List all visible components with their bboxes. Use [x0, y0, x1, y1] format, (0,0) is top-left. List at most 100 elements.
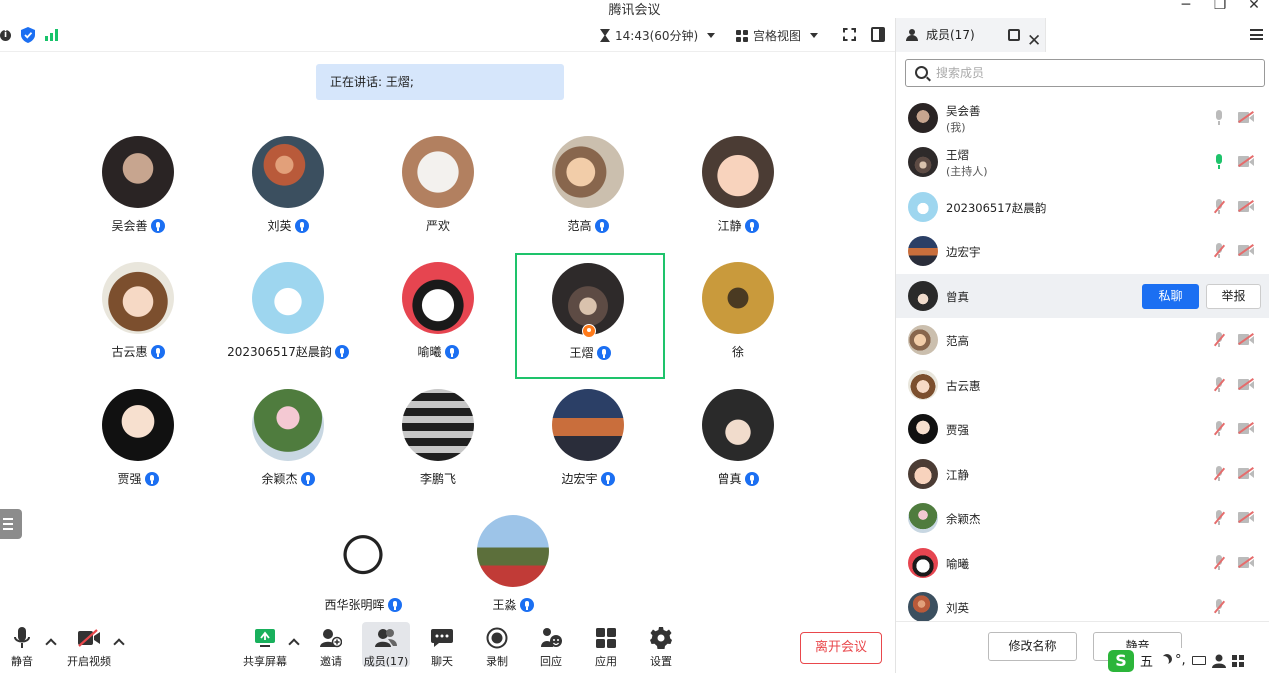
member-row[interactable]: 202306517赵晨韵: [896, 185, 1269, 229]
mic-muted-icon[interactable]: [1213, 377, 1226, 393]
member-search[interactable]: [905, 59, 1265, 87]
member-row[interactable]: 吴会善 (我): [896, 96, 1269, 140]
mic-muted-icon[interactable]: [1213, 466, 1226, 482]
participant-tile-active-speaker[interactable]: 王熠: [515, 253, 665, 379]
signal-icon[interactable]: [45, 29, 58, 41]
member-row[interactable]: 范高: [896, 318, 1269, 362]
private-chat-button[interactable]: 私聊: [1142, 284, 1199, 309]
camera-off-icon[interactable]: [1238, 333, 1254, 345]
mic-muted-icon[interactable]: [1213, 555, 1226, 571]
user-icon[interactable]: [1211, 654, 1226, 668]
keyboard-icon[interactable]: [1191, 656, 1206, 665]
member-row[interactable]: 贾强: [896, 407, 1269, 451]
ime-mode[interactable]: 五: [1140, 651, 1153, 670]
share-label: 共享屏幕: [243, 655, 287, 668]
apps-button[interactable]: 应用: [578, 626, 634, 669]
menu-icon[interactable]: [1250, 29, 1263, 40]
participant-tile[interactable]: 徐: [663, 262, 813, 380]
mic-muted-icon[interactable]: [1213, 599, 1226, 615]
side-list-toggle[interactable]: [0, 509, 22, 539]
member-row[interactable]: 曾真 私聊 举报: [896, 274, 1269, 318]
toggle-panel-icon[interactable]: [871, 27, 885, 42]
punctuation-mode[interactable]: °,: [1175, 653, 1186, 668]
mic-icon: [600, 471, 615, 486]
record-button[interactable]: 录制: [469, 626, 525, 669]
camera-off-icon[interactable]: [1238, 244, 1254, 256]
speaking-banner: 正在讲话: 王熠;: [316, 64, 564, 100]
minimize-button[interactable]: ─: [1177, 0, 1195, 13]
participant-name: 王淼: [492, 598, 517, 612]
moon-icon[interactable]: [1159, 656, 1169, 666]
sogou-logo-icon[interactable]: S: [1108, 649, 1134, 672]
restore-button[interactable]: ❐: [1211, 0, 1229, 13]
meeting-timer[interactable]: 14:43(60分钟): [600, 27, 716, 44]
participant-tile[interactable]: 刘英: [213, 136, 363, 254]
apps-grid-icon[interactable]: [1231, 654, 1244, 667]
info-icon[interactable]: i: [0, 29, 11, 41]
mic-icon: [594, 218, 609, 233]
participant-tile[interactable]: 余颖杰: [213, 389, 363, 507]
members-button[interactable]: 成员(17): [362, 622, 410, 668]
mic-icon[interactable]: [1214, 110, 1224, 126]
mic-icon: [519, 597, 534, 612]
camera-off-icon[interactable]: [1238, 422, 1254, 434]
camera-off-icon[interactable]: [1238, 467, 1254, 479]
participant-tile[interactable]: 202306517赵晨韵: [213, 262, 363, 380]
report-button[interactable]: 举报: [1206, 284, 1261, 309]
participant-tile[interactable]: 贾强: [63, 389, 213, 507]
participant-tile[interactable]: 李鹏飞: [363, 389, 513, 507]
video-button[interactable]: 开启视频: [61, 626, 117, 669]
member-row[interactable]: 王熠 (主持人): [896, 140, 1269, 184]
invite-button[interactable]: 邀请: [303, 626, 359, 669]
mic-muted-icon[interactable]: [1213, 243, 1226, 259]
avatar: [252, 136, 324, 208]
view-mode-dropdown[interactable]: 宫格视图: [736, 27, 819, 44]
participant-tile[interactable]: 曾真: [663, 389, 813, 507]
participant-name: 喻曦: [417, 345, 442, 359]
close-window-button[interactable]: ✕: [1245, 0, 1263, 13]
ime-toolbar[interactable]: S 五 °,: [1108, 648, 1269, 673]
mic-muted-icon[interactable]: [1213, 332, 1226, 348]
mic-active-icon[interactable]: [1214, 154, 1224, 170]
camera-off-icon[interactable]: [1238, 556, 1254, 568]
member-row[interactable]: 喻曦: [896, 541, 1269, 585]
tab-members[interactable]: 成员(17) ✕: [896, 18, 1046, 52]
fullscreen-icon[interactable]: [843, 28, 856, 41]
participant-tile[interactable]: 古云惠: [63, 262, 213, 380]
camera-off-icon[interactable]: [1238, 378, 1254, 390]
close-icon[interactable]: ✕: [1027, 24, 1041, 58]
mute-button[interactable]: 静音: [0, 626, 50, 669]
popout-icon[interactable]: [1008, 29, 1020, 41]
camera-off-icon[interactable]: [1238, 200, 1254, 212]
mic-muted-icon[interactable]: [1213, 421, 1226, 437]
member-row[interactable]: 刘英: [896, 585, 1269, 621]
member-row[interactable]: 边宏宇: [896, 229, 1269, 273]
camera-off-icon[interactable]: [1238, 111, 1254, 123]
participant-tile[interactable]: 江静: [663, 136, 813, 254]
camera-off-icon[interactable]: [1238, 511, 1254, 523]
participant-tile[interactable]: 范高: [513, 136, 663, 254]
rename-button[interactable]: 修改名称: [988, 632, 1077, 661]
participant-name: 余颖杰: [261, 472, 298, 486]
window-title: 腾讯会议: [608, 3, 661, 18]
chat-button[interactable]: 聊天: [414, 626, 470, 669]
participant-tile[interactable]: 吴会善: [63, 136, 213, 254]
chevron-down-icon: [810, 33, 819, 38]
member-row[interactable]: 古云惠: [896, 363, 1269, 407]
member-row[interactable]: 余颖杰: [896, 496, 1269, 540]
share-screen-button[interactable]: 共享屏幕: [237, 626, 293, 669]
participant-tile[interactable]: 王淼: [438, 515, 588, 633]
leave-meeting-button[interactable]: 离开会议: [800, 632, 882, 664]
react-button[interactable]: 回应: [523, 626, 579, 669]
participant-tile[interactable]: 边宏宇: [513, 389, 663, 507]
participant-tile[interactable]: 严欢: [363, 136, 513, 254]
shield-icon[interactable]: [21, 27, 35, 43]
settings-button[interactable]: 设置: [633, 626, 689, 669]
search-input[interactable]: [936, 63, 1256, 83]
participant-tile[interactable]: 喻曦: [363, 262, 513, 380]
participant-tile[interactable]: 西华张明晖: [288, 515, 438, 633]
member-row[interactable]: 江静: [896, 452, 1269, 496]
mic-muted-icon[interactable]: [1213, 199, 1226, 215]
camera-off-icon[interactable]: [1238, 155, 1254, 167]
mic-muted-icon[interactable]: [1213, 510, 1226, 526]
